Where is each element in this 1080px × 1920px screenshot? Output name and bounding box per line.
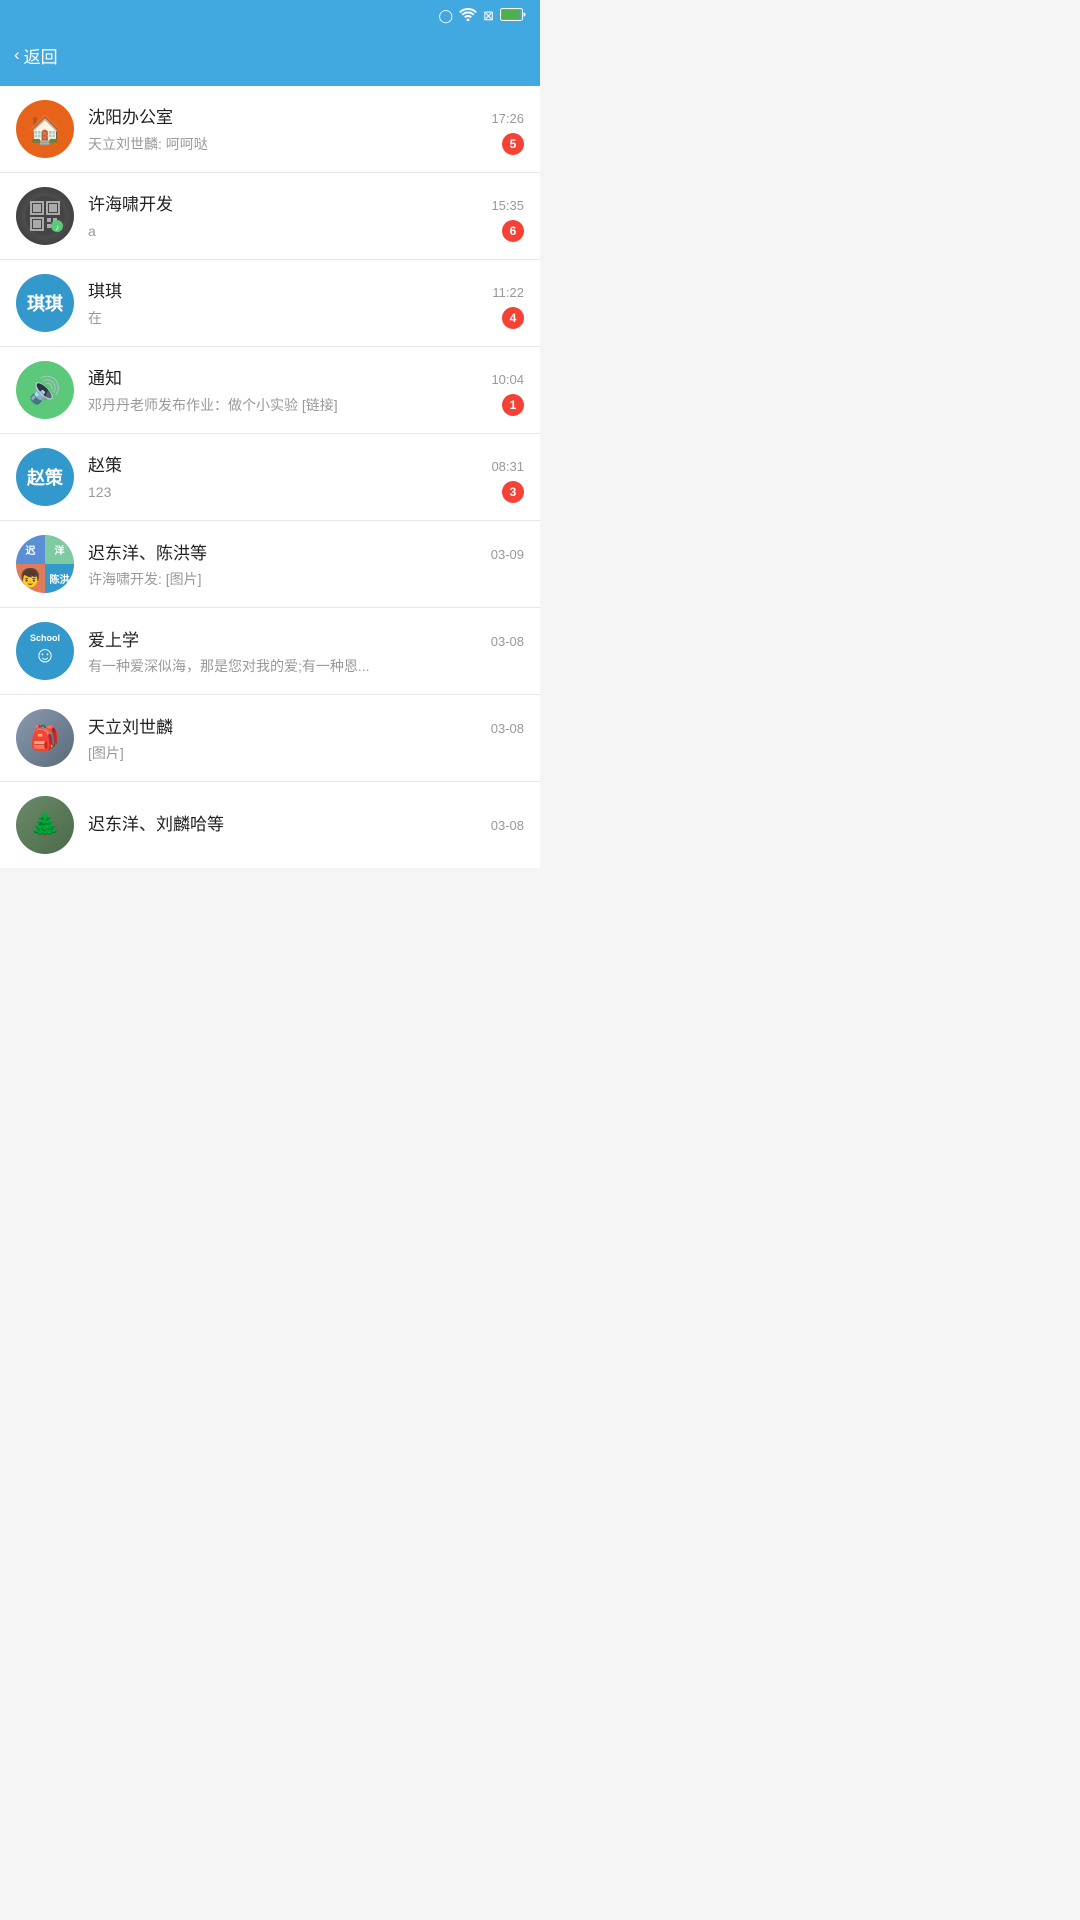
- contact-name: 沈阳办公室: [88, 103, 173, 128]
- sim-icon: ⊠: [483, 8, 494, 24]
- message-top: 赵策 08:31: [88, 451, 524, 476]
- status-icons: ◯ ⊠: [439, 8, 526, 24]
- contact-name: 赵策: [88, 451, 122, 476]
- contact-name: 迟东洋、陈洪等: [88, 539, 207, 564]
- message-time: 17:26: [491, 111, 524, 126]
- back-label: 返回: [24, 43, 58, 68]
- avatar-photo2: 🌲: [16, 796, 74, 854]
- message-bottom: 天立刘世麟: 呵呵哒 5: [88, 133, 524, 155]
- message-content: 迟东洋、刘麟哈等 03-08: [88, 810, 524, 840]
- message-time: 03-08: [491, 634, 524, 649]
- message-bottom: a 6: [88, 220, 524, 242]
- message-preview: 在: [88, 308, 494, 328]
- avatar-group: 迟 洋 👦 陈洪: [16, 535, 74, 593]
- contact-name: 琪琪: [88, 277, 122, 302]
- status-bar: ◯ ⊠: [0, 0, 540, 32]
- message-bottom: 有一种爱深似海，那是您对我的爱;有一种恩...: [88, 656, 524, 676]
- message-bottom: 在 4: [88, 307, 524, 329]
- avatar-photo: 🎒: [16, 709, 74, 767]
- message-top: 天立刘世麟 03-08: [88, 713, 524, 738]
- message-preview: a: [88, 223, 494, 239]
- alarm-icon: ◯: [439, 8, 454, 24]
- message-time: 03-09: [491, 547, 524, 562]
- list-item[interactable]: 琪琪 琪琪 11:22 在 4: [0, 260, 540, 347]
- message-time: 15:35: [491, 198, 524, 213]
- back-button[interactable]: ‹ 返回: [14, 43, 58, 68]
- smiley-icon: ☺: [34, 643, 56, 667]
- message-top: 迟东洋、陈洪等 03-09: [88, 539, 524, 564]
- speaker-icon: 🔊: [29, 375, 61, 406]
- message-top: 沈阳办公室 17:26: [88, 103, 524, 128]
- message-bottom: 邓丹丹老师发布作业：做个小实验 [链接] 1: [88, 394, 524, 416]
- message-preview: 天立刘世麟: 呵呵哒: [88, 134, 494, 154]
- unread-badge: 4: [502, 307, 524, 329]
- contact-name: 天立刘世麟: [88, 713, 173, 738]
- message-top: 琪琪 11:22: [88, 277, 524, 302]
- message-content: 天立刘世麟 03-08 [图片]: [88, 713, 524, 763]
- back-chevron: ‹: [14, 45, 20, 65]
- avatar-school: School ☺: [16, 622, 74, 680]
- contact-name: 迟东洋、刘麟哈等: [88, 810, 224, 835]
- message-time: 08:31: [491, 459, 524, 474]
- list-item[interactable]: 🎒 天立刘世麟 03-08 [图片]: [0, 695, 540, 782]
- unread-badge: 6: [502, 220, 524, 242]
- message-content: 琪琪 11:22 在 4: [88, 277, 524, 329]
- contact-name: 爱上学: [88, 626, 139, 651]
- message-preview: [图片]: [88, 743, 524, 763]
- list-item[interactable]: 赵策 赵策 08:31 123 3: [0, 434, 540, 521]
- contact-name: 通知: [88, 364, 122, 389]
- message-content: 许海啸开发 15:35 a 6: [88, 190, 524, 242]
- message-list: 🏠 沈阳办公室 17:26 天立刘世麟: 呵呵哒 5: [0, 86, 540, 868]
- message-top: 许海啸开发 15:35: [88, 190, 524, 215]
- message-bottom: 123 3: [88, 481, 524, 503]
- unread-badge: 5: [502, 133, 524, 155]
- message-preview: 邓丹丹老师发布作业：做个小实验 [链接]: [88, 395, 494, 415]
- unread-badge: 1: [502, 394, 524, 416]
- battery-icon: [500, 8, 526, 24]
- unread-badge: 3: [502, 481, 524, 503]
- message-time: 11:22: [492, 285, 524, 300]
- wifi-icon: [459, 8, 477, 24]
- avatar: 琪琪: [16, 274, 74, 332]
- avatar: 🏠: [16, 100, 74, 158]
- message-preview: 有一种爱深似海，那是您对我的爱;有一种恩...: [88, 656, 524, 676]
- contact-name: 许海啸开发: [88, 190, 173, 215]
- list-item[interactable]: School ☺ 爱上学 03-08 有一种爱深似海，那是您对我的爱;有一种恩.…: [0, 608, 540, 695]
- avatar-label: 琪琪: [27, 290, 63, 316]
- message-bottom: 许海啸开发: [图片]: [88, 569, 524, 589]
- header: ‹ 返回: [0, 32, 540, 86]
- list-item[interactable]: 迟 洋 👦 陈洪 迟东洋、陈洪等 03-09 许海啸开发: [图片]: [0, 521, 540, 608]
- message-content: 沈阳办公室 17:26 天立刘世麟: 呵呵哒 5: [88, 103, 524, 155]
- list-item[interactable]: ♪ 许海啸开发 15:35 a 6: [0, 173, 540, 260]
- message-content: 迟东洋、陈洪等 03-09 许海啸开发: [图片]: [88, 539, 524, 589]
- message-time: 03-08: [491, 721, 524, 736]
- message-content: 通知 10:04 邓丹丹老师发布作业：做个小实验 [链接] 1: [88, 364, 524, 416]
- svg-text:♪: ♪: [55, 223, 59, 232]
- avatar-label: 赵策: [27, 464, 63, 490]
- message-bottom: [图片]: [88, 743, 524, 763]
- message-content: 赵策 08:31 123 3: [88, 451, 524, 503]
- message-time: 10:04: [491, 372, 524, 387]
- avatar: 赵策: [16, 448, 74, 506]
- message-content: 爱上学 03-08 有一种爱深似海，那是您对我的爱;有一种恩...: [88, 626, 524, 676]
- list-item[interactable]: 🔊 通知 10:04 邓丹丹老师发布作业：做个小实验 [链接] 1: [0, 347, 540, 434]
- message-preview: 许海啸开发: [图片]: [88, 569, 524, 589]
- message-time: 03-08: [491, 818, 524, 833]
- house-icon: 🏠: [28, 113, 63, 146]
- message-top: 爱上学 03-08: [88, 626, 524, 651]
- message-preview: 123: [88, 484, 494, 500]
- list-item[interactable]: 🌲 迟东洋、刘麟哈等 03-08: [0, 782, 540, 868]
- avatar: 🔊: [16, 361, 74, 419]
- message-top: 通知 10:04: [88, 364, 524, 389]
- avatar: ♪: [16, 187, 74, 245]
- message-top: 迟东洋、刘麟哈等 03-08: [88, 810, 524, 835]
- list-item[interactable]: 🏠 沈阳办公室 17:26 天立刘世麟: 呵呵哒 5: [0, 86, 540, 173]
